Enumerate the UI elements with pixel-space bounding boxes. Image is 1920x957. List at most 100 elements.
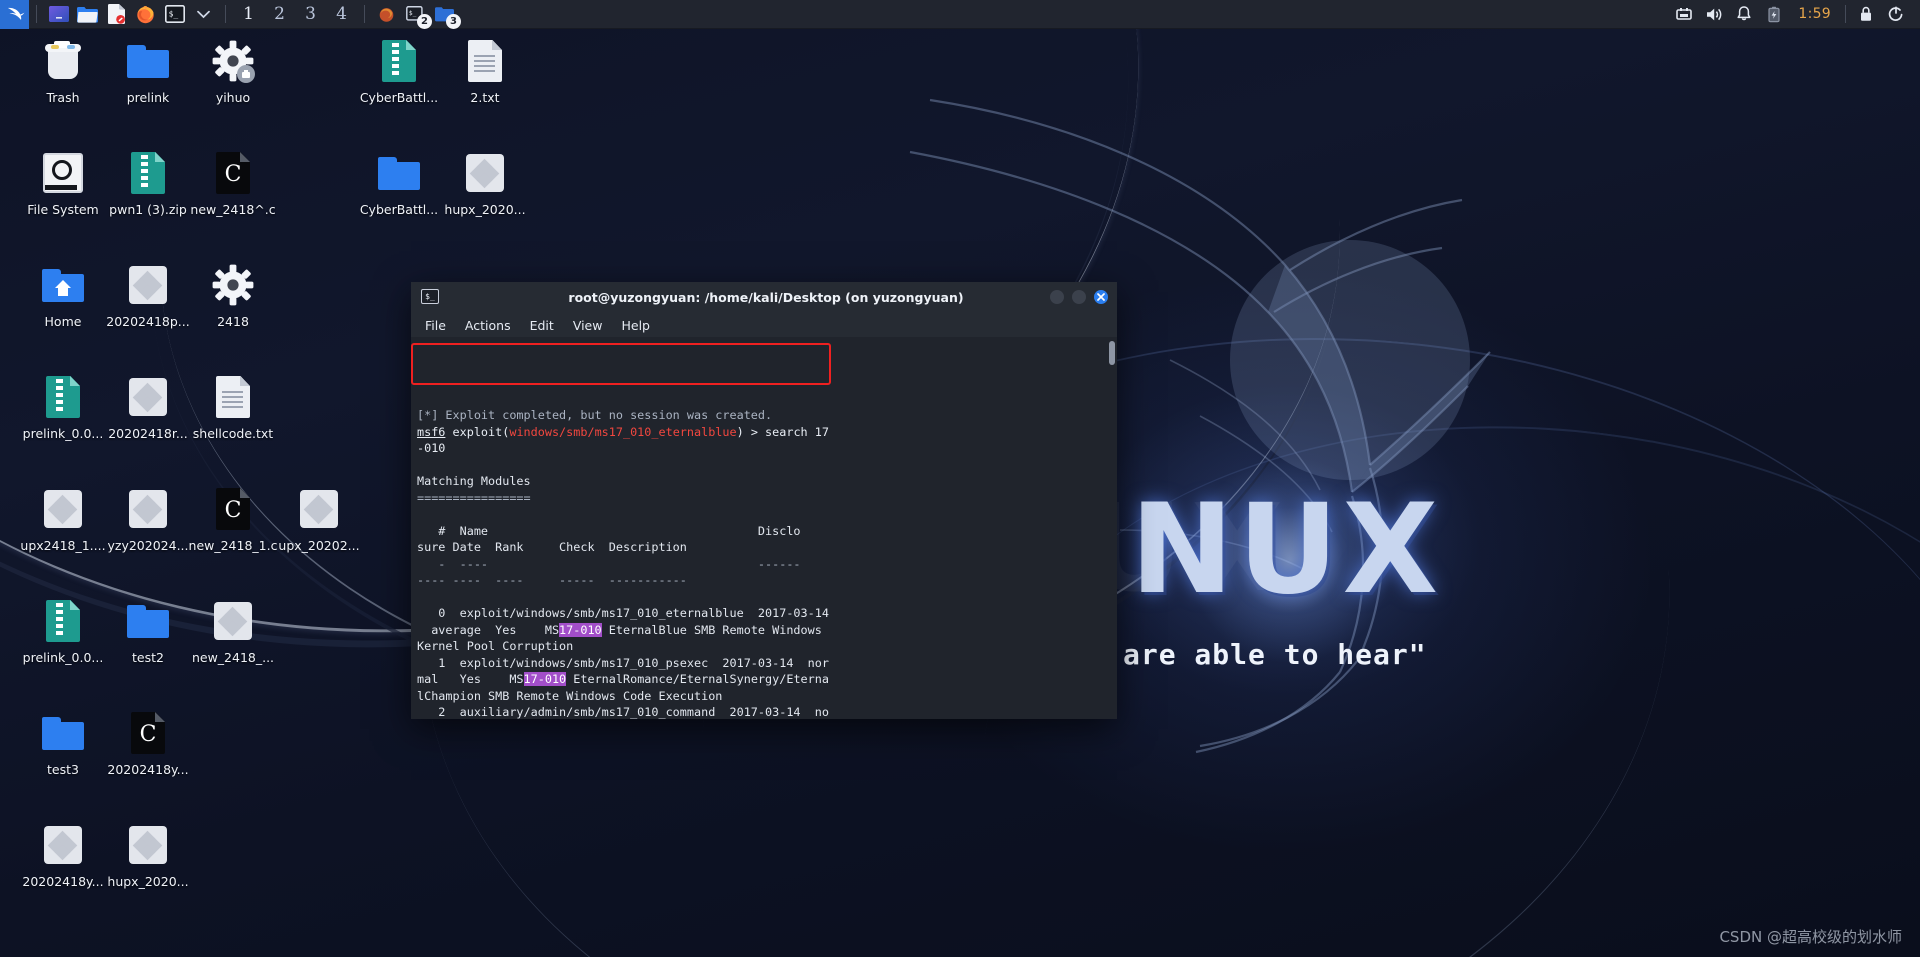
- binary-file-icon: [129, 490, 167, 528]
- volume-icon[interactable]: [1699, 0, 1729, 29]
- terminal-titlebar[interactable]: $_ root@yuzongyuan: /home/kali/Desktop (…: [411, 282, 1117, 313]
- taskbar[interactable]: $_ 1234 $_ 2 3 1:59: [0, 0, 1920, 29]
- desktop-icon[interactable]: prelink: [99, 37, 197, 105]
- desktop-icon-label: test2: [132, 650, 164, 665]
- executable-icon: [212, 264, 254, 306]
- desktop-icon[interactable]: CyberBattl...: [350, 149, 448, 217]
- desktop-icon[interactable]: 20202418y...: [14, 821, 112, 889]
- menu-help[interactable]: Help: [621, 318, 650, 333]
- desktop-icon[interactable]: upx2418_1....: [14, 485, 112, 553]
- text-file-icon: [468, 40, 502, 82]
- firefox-icon[interactable]: [131, 0, 160, 29]
- highlight-annotation-box: [411, 343, 831, 385]
- wallpaper-brand-bright: NUX: [1130, 478, 1443, 622]
- file-manager-window-badge: 3: [446, 13, 461, 29]
- file-manager-window-button[interactable]: 3: [430, 0, 461, 29]
- desktop-icon-label: new_2418_...: [191, 650, 275, 665]
- desktop-icon[interactable]: 2418: [184, 261, 282, 329]
- desktop-icon-label: new_2418_1.c: [188, 538, 278, 553]
- desktop-icon-label: yihuo: [215, 90, 251, 105]
- desktop-icon[interactable]: 20202418r...: [99, 373, 197, 441]
- desktop-icon[interactable]: 2.txt: [436, 37, 534, 105]
- chevron-down-icon[interactable]: [189, 0, 218, 29]
- terminal-icon: $_: [421, 289, 439, 304]
- desktop-icon[interactable]: Trash: [14, 37, 112, 105]
- desktop-icon[interactable]: CyberBattl...: [350, 37, 448, 105]
- folder-icon: [42, 716, 84, 750]
- desktop-icon[interactable]: upx_20202...: [270, 485, 368, 553]
- lock-badge-icon: [237, 65, 255, 83]
- text-file-icon: [216, 376, 250, 418]
- menu-file[interactable]: File: [425, 318, 446, 333]
- desktop-icon-label: prelink_0.0...: [22, 650, 104, 665]
- desktop-icon[interactable]: new_2418_...: [184, 597, 282, 665]
- desktop-icon-label: shellcode.txt: [192, 426, 274, 441]
- text-editor-icon[interactable]: [102, 0, 131, 29]
- menu-edit[interactable]: Edit: [530, 318, 554, 333]
- workspace-2[interactable]: 2: [264, 0, 295, 29]
- lock-screen-icon[interactable]: [1851, 0, 1881, 29]
- battery-icon[interactable]: [1759, 0, 1789, 29]
- workspace-3[interactable]: 3: [295, 0, 326, 29]
- desktop-icon-label: 2418: [217, 314, 249, 329]
- desktop-icon[interactable]: shellcode.txt: [184, 373, 282, 441]
- taskbar-left-group: $_ 1234 $_ 2 3: [0, 0, 461, 29]
- executable-icon: [212, 40, 255, 83]
- wallpaper-quote-bright: are able to hear": [1123, 638, 1427, 671]
- desktop-icon-label: Home: [44, 314, 82, 329]
- clock[interactable]: 1:59: [1789, 6, 1840, 22]
- desktop-icon[interactable]: prelink_0.0...: [14, 373, 112, 441]
- svg-text:$_: $_: [168, 9, 178, 18]
- desktop-icon[interactable]: test3: [14, 709, 112, 777]
- logout-icon[interactable]: [1881, 0, 1911, 29]
- desktop-icon[interactable]: hupx_2020...: [436, 149, 534, 217]
- binary-file-icon: [129, 266, 167, 304]
- terminal-title: root@yuzongyuan: /home/kali/Desktop (on …: [568, 290, 964, 305]
- desktop-icon-label: new_2418^.c: [190, 202, 276, 217]
- desktop-icon[interactable]: yzy202024...: [99, 485, 197, 553]
- desktop-icon-label: prelink_0.0...: [22, 426, 104, 441]
- maximize-button[interactable]: [1072, 290, 1086, 304]
- app-finder-icon[interactable]: [44, 0, 73, 29]
- network-icon[interactable]: [1669, 0, 1699, 29]
- workspace-4[interactable]: 4: [326, 0, 357, 29]
- file-manager-icon[interactable]: [73, 0, 102, 29]
- notification-bell-icon[interactable]: [1729, 0, 1759, 29]
- desktop-icon[interactable]: Home: [14, 261, 112, 329]
- firefox-window-button[interactable]: [372, 0, 401, 29]
- desktop-icon[interactable]: File System: [14, 149, 112, 217]
- desktop-icon-label: CyberBattl...: [359, 202, 439, 217]
- archive-icon: [46, 376, 80, 418]
- desktop-icon-grid: Trash prelink yihuo CyberBattl... 2.txt File …: [0, 29, 526, 929]
- terminal-output[interactable]: [*] Exploit completed, but no session wa…: [411, 337, 1117, 719]
- desktop-icon[interactable]: C 20202418y...: [99, 709, 197, 777]
- workspace-1[interactable]: 1: [233, 0, 264, 29]
- desktop-icon[interactable]: hupx_2020...: [99, 821, 197, 889]
- taskbar-separator-2: [225, 5, 226, 23]
- desktop-icon[interactable]: Cnew_2418^.c: [184, 149, 282, 217]
- terminal-window[interactable]: $_ root@yuzongyuan: /home/kali/Desktop (…: [411, 282, 1117, 719]
- tray-separator: [1845, 5, 1846, 23]
- archive-icon: [131, 152, 165, 194]
- archive-icon: [46, 600, 80, 642]
- desktop-icon[interactable]: pwn1 (3).zip: [99, 149, 197, 217]
- watermark: CSDN @超高校级的划水师: [1719, 928, 1902, 946]
- binary-file-icon: [44, 826, 82, 864]
- minimize-button[interactable]: [1050, 290, 1064, 304]
- workspace-switcher[interactable]: 1234: [233, 0, 357, 29]
- binary-file-icon: [466, 154, 504, 192]
- desktop-icon[interactable]: yihuo: [184, 37, 282, 105]
- menu-actions[interactable]: Actions: [465, 318, 511, 333]
- close-button[interactable]: [1094, 290, 1108, 304]
- terminal-icon[interactable]: $_: [160, 0, 189, 29]
- binary-file-icon: [129, 826, 167, 864]
- desktop-icon[interactable]: 20202418p...: [99, 261, 197, 329]
- desktop-icon[interactable]: Cnew_2418_1.c: [184, 485, 282, 553]
- terminal-window-button[interactable]: $_ 2: [401, 0, 432, 29]
- kali-menu-button[interactable]: [0, 0, 29, 29]
- menu-view[interactable]: View: [573, 318, 603, 333]
- desktop-icon[interactable]: prelink_0.0...: [14, 597, 112, 665]
- terminal-menubar[interactable]: File Actions Edit View Help: [411, 313, 1117, 337]
- terminal-scrollbar[interactable]: [1109, 341, 1115, 365]
- desktop-icon[interactable]: test2: [99, 597, 197, 665]
